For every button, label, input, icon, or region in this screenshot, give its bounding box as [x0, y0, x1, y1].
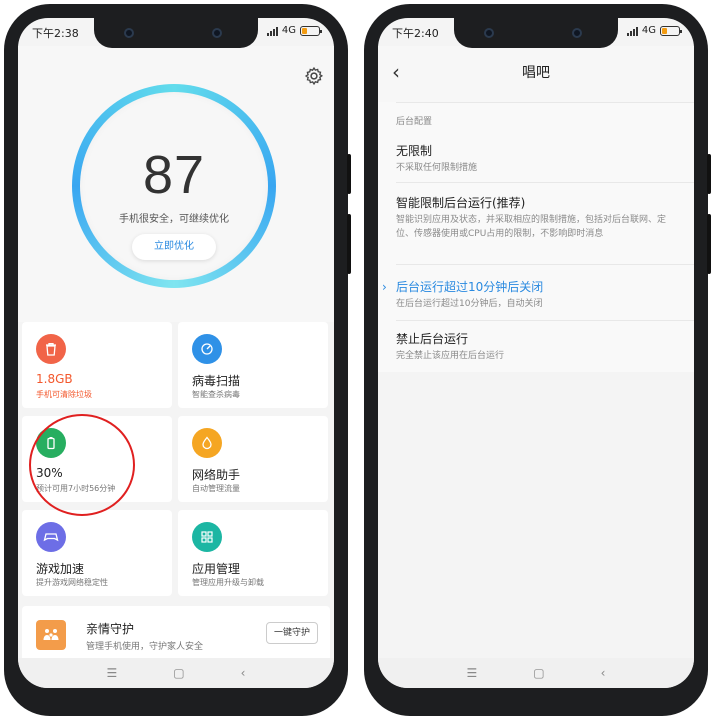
- option-title: 智能限制后台运行(推荐): [396, 196, 526, 210]
- option-title: 无限制: [396, 144, 433, 158]
- volume-button: [707, 154, 711, 194]
- phone-right: 下午2:40 4G ‹ 唱吧 后台配置 无限制 不采取任何限制措施 智能限制后台…: [364, 4, 711, 716]
- section-label: 后台配置: [396, 117, 433, 127]
- option-desc: 完全禁止该应用在后台运行: [396, 351, 505, 361]
- selected-indicator-icon: ›: [382, 280, 387, 294]
- option-smart-limit[interactable]: 智能限制后台运行(推荐) 智能识别应用及状态，并采取相应的限制措施，包括对后台联…: [396, 194, 682, 241]
- power-button: [707, 214, 711, 274]
- network-type: 4G: [281, 25, 296, 36]
- divider: [396, 264, 694, 265]
- status-icons: 4G: [626, 25, 682, 36]
- back-icon[interactable]: ‹: [601, 666, 606, 680]
- camera-icon: [124, 28, 134, 38]
- battery-icon: [660, 25, 682, 36]
- option-forbid-background[interactable]: 禁止后台运行 完全禁止该应用在后台运行: [396, 330, 682, 363]
- camera-icon: [572, 28, 582, 38]
- status-time: 下午2:38: [32, 27, 79, 40]
- camera-icon: [212, 28, 222, 38]
- option-desc: 不采取任何限制措施: [396, 163, 478, 173]
- divider: [396, 182, 694, 183]
- highlight-circle: [29, 414, 135, 516]
- camera-icon: [484, 28, 494, 38]
- option-title: 后台运行超过10分钟后关闭: [396, 280, 544, 294]
- background-config-list: 后台配置 无限制 不采取任何限制措施 智能限制后台运行(推荐) 智能识别应用及状…: [378, 102, 694, 372]
- menu-icon[interactable]: ☰: [467, 666, 478, 680]
- title-bar: ‹ 唱吧: [378, 46, 694, 102]
- signal-icon: [266, 26, 278, 36]
- divider: [396, 320, 694, 321]
- battery-icon: [300, 25, 322, 36]
- status-time: 下午2:40: [392, 27, 439, 40]
- option-no-limit[interactable]: 无限制 不采取任何限制措施: [396, 142, 682, 175]
- option-close-after-10min[interactable]: 后台运行超过10分钟后关闭 在后台运行超过10分钟后，自动关闭: [396, 278, 682, 311]
- network-type: 4G: [641, 25, 656, 36]
- notch: [454, 18, 618, 48]
- background-settings-screen: 下午2:40 4G ‹ 唱吧 后台配置 无限制 不采取任何限制措施 智能限制后台…: [378, 18, 694, 688]
- status-icons: 4G: [266, 25, 322, 36]
- navigation-bar: ☰ ▢ ‹: [378, 658, 694, 688]
- notch: [94, 18, 258, 48]
- option-title: 禁止后台运行: [396, 332, 469, 346]
- page-title: 唱吧: [522, 65, 550, 81]
- home-icon[interactable]: ▢: [533, 666, 544, 680]
- signal-icon: [626, 26, 638, 36]
- option-desc: 在后台运行超过10分钟后，自动关闭: [396, 299, 543, 309]
- divider: [396, 102, 694, 103]
- option-desc: 智能识别应用及状态，并采取相应的限制措施，包括对后台联网、定位、传感器使用或CP…: [396, 215, 667, 239]
